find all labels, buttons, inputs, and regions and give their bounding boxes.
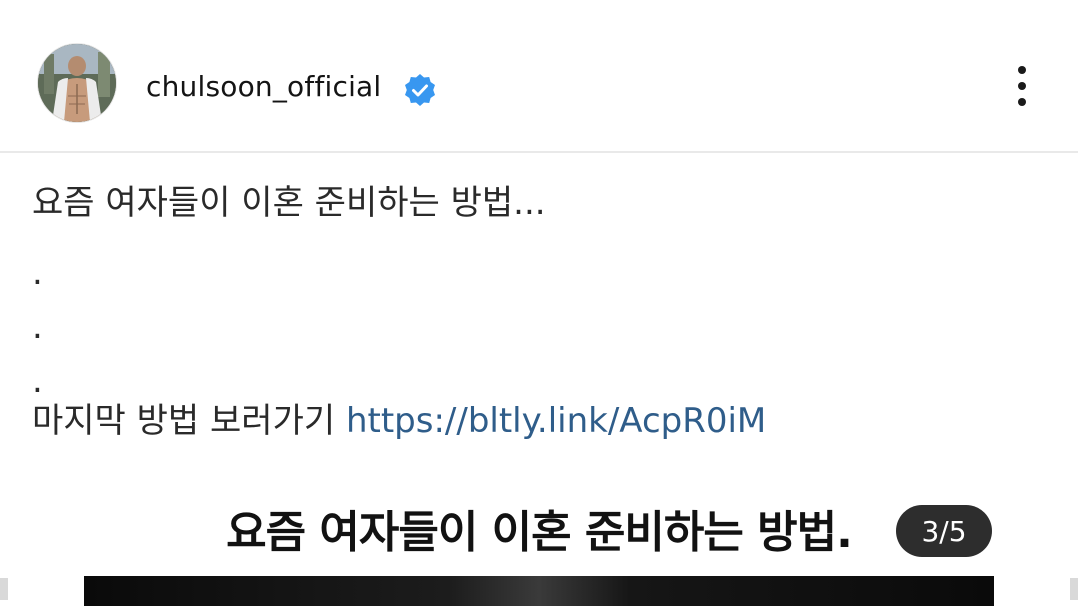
- username[interactable]: chulsoon_official: [146, 70, 381, 103]
- caption-dot: .: [32, 253, 43, 293]
- header-divider: [0, 151, 1078, 153]
- caption-cta-line: 마지막 방법 보러가기 https://bltly.link/AcpR0iM: [32, 404, 766, 438]
- caption-cta-text: 마지막 방법 보러가기: [32, 401, 336, 441]
- verified-badge-icon: [403, 73, 437, 107]
- carousel-counter: 3/5: [896, 505, 992, 557]
- more-options-button[interactable]: [1004, 62, 1040, 110]
- carousel-edge-right: [1070, 578, 1078, 600]
- caption-link[interactable]: https://bltly.link/AcpR0iM: [346, 401, 766, 441]
- post-image[interactable]: 요즘 여자들이 이혼 준비하는 방법. 3/5: [0, 476, 1078, 606]
- profile-avatar[interactable]: [38, 44, 116, 122]
- post-photo: [84, 576, 994, 606]
- more-vertical-icon: [1018, 66, 1026, 74]
- caption-title: 요즘 여자들이 이혼 준비하는 방법...: [32, 183, 546, 223]
- caption-dot: .: [32, 307, 43, 347]
- post-header: chulsoon_official: [0, 0, 1078, 152]
- carousel-edge-left: [0, 578, 8, 600]
- caption-dot: .: [32, 361, 43, 401]
